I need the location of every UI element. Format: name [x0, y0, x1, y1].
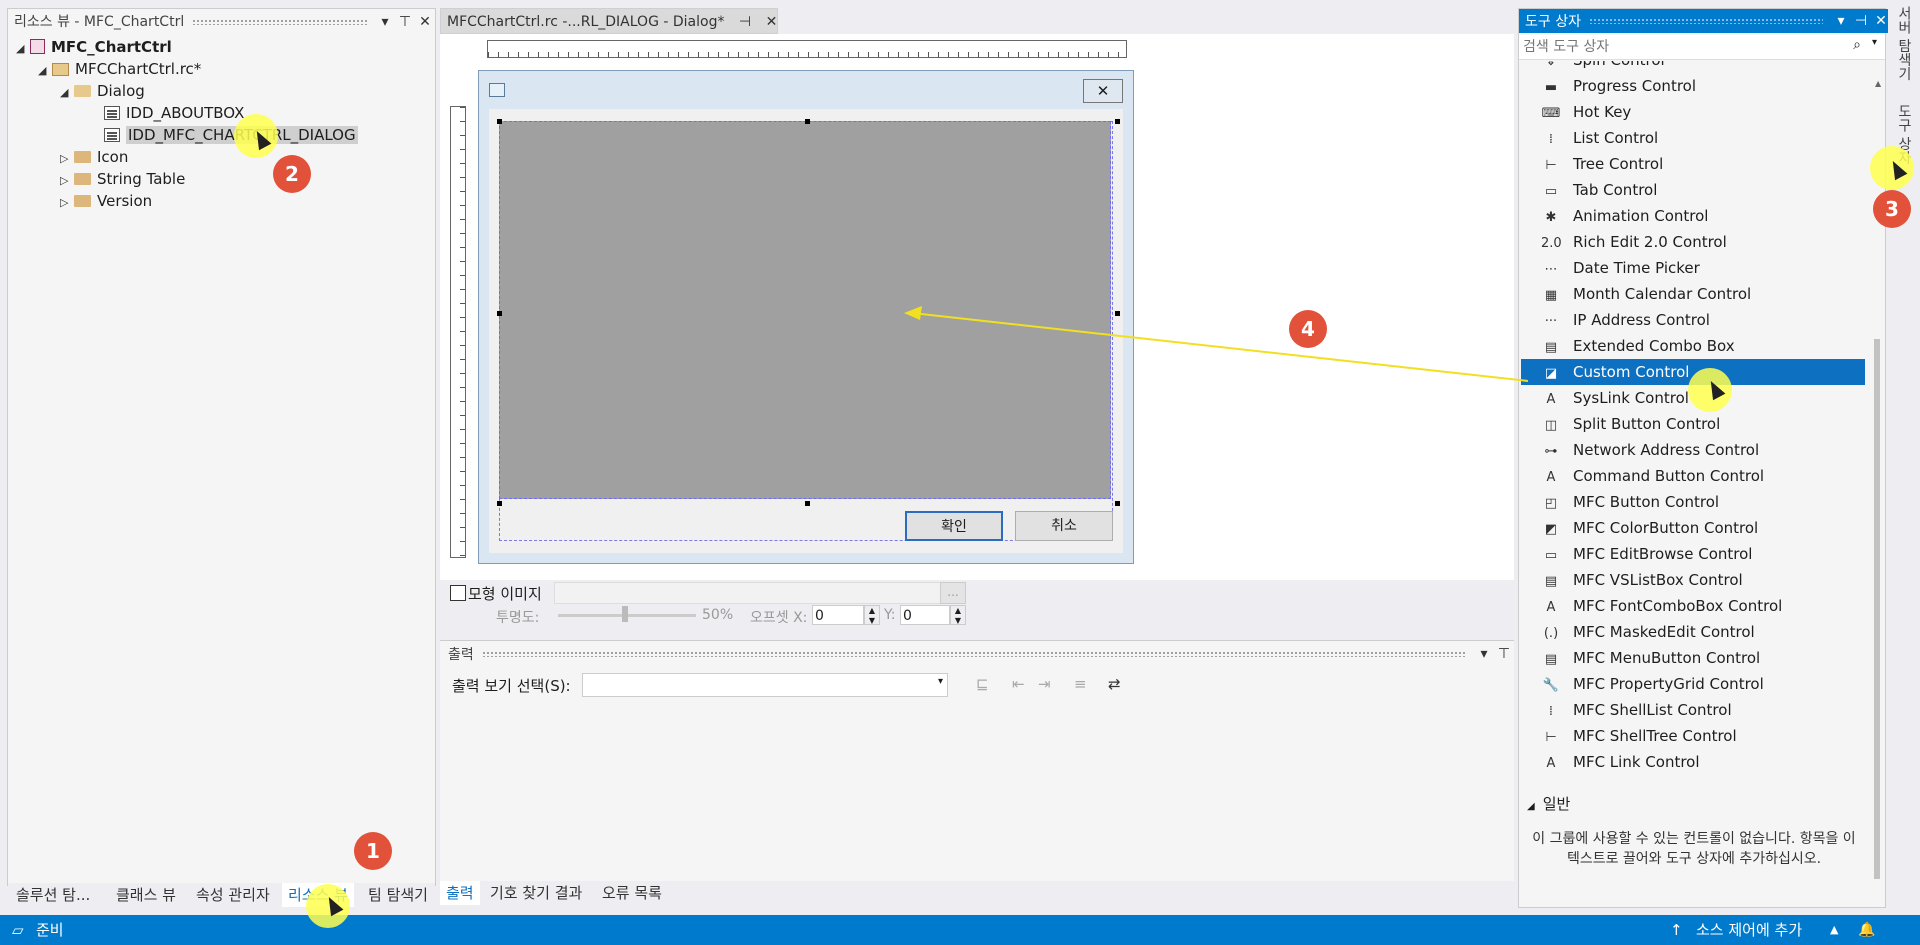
annotation-arrow-layer	[904, 306, 1529, 382]
step-badge-4: 4	[1289, 310, 1327, 348]
drag-arrow-line	[911, 312, 1529, 382]
step-badge-2: 2	[273, 155, 311, 193]
drag-arrow-head	[904, 306, 922, 320]
step-badge-1: 1	[354, 832, 392, 870]
step-badge-3: 3	[1873, 190, 1911, 228]
